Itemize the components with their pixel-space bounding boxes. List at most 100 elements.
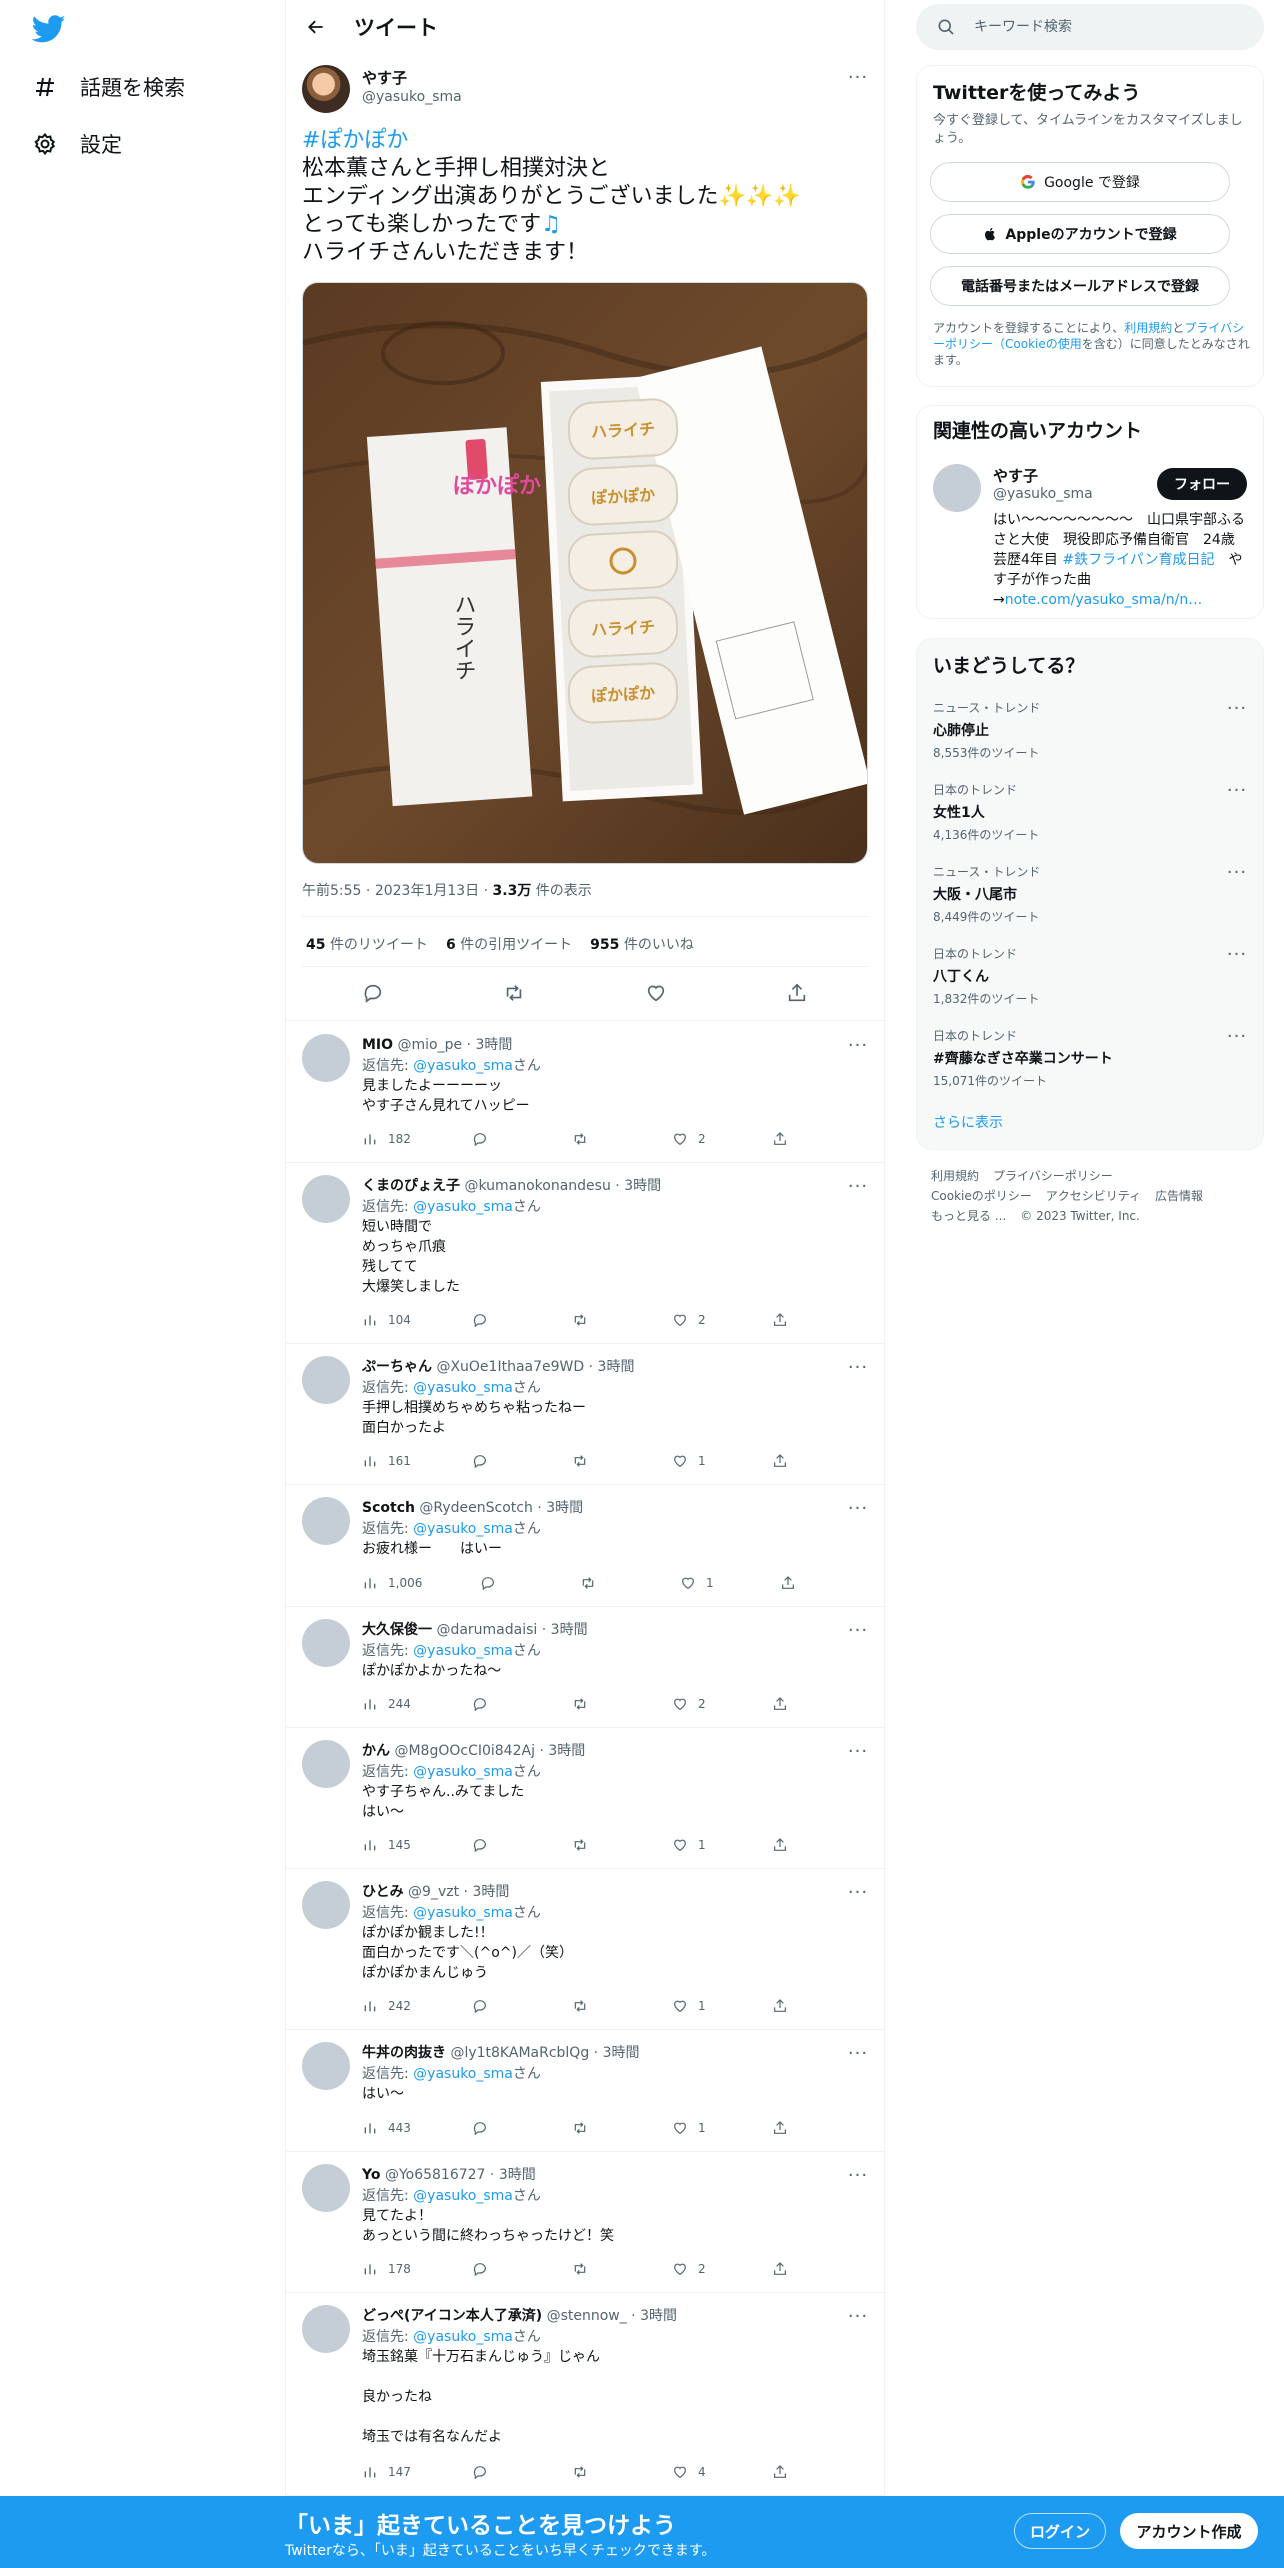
reply-icon[interactable] [472,1996,488,2016]
like-stat[interactable]: 2 [672,2259,706,2279]
reply-to-mention[interactable]: @yasuko_sma [413,1380,513,1396]
follow-button[interactable]: フォロー [1157,468,1247,500]
retweet-icon[interactable] [499,978,529,1008]
apple-signup-button[interactable]: Appleのアカウントで登録 [930,214,1230,254]
related-handle[interactable]: @yasuko_sma [993,486,1093,502]
reply-to-mention[interactable]: @yasuko_sma [413,1521,513,1537]
more-options-icon[interactable]: ··· [846,2044,870,2064]
avatar[interactable] [302,2305,350,2353]
reply-author-handle[interactable]: @ly1t8KAMaRcblQg [450,2045,589,2061]
reply-author-name[interactable]: MIO [362,1037,393,1053]
reply-to-mention[interactable]: @yasuko_sma [413,2188,513,2204]
reply-author-handle[interactable]: @kumanokonandesu [464,1178,610,1194]
tweet-date[interactable]: 2023年1月13日 [375,883,479,899]
like-stat[interactable]: 1 [672,1451,706,1471]
retweet-icon[interactable] [572,1835,588,1855]
reply-time[interactable]: 3時間 [546,1500,583,1516]
reply-author-handle[interactable]: @XuOe1Ithaa7e9WD [436,1359,584,1375]
views-stat[interactable]: 182 [362,1129,411,1149]
more-options-icon[interactable]: ··· [846,2307,870,2327]
reply-author-name[interactable]: くまのぴょえ子 [362,1178,460,1194]
reply-author-name[interactable]: どっぺ(アイコン本人了承済) [362,2308,542,2324]
reply-author-handle[interactable]: @Yo65816727 [385,2167,486,2183]
nav-settings[interactable]: 設定 [32,124,122,164]
reply-icon[interactable] [472,2118,488,2138]
more-options-icon[interactable]: ··· [846,1177,870,1197]
reply-item[interactable]: ··· MIO @mio_pe · 3時間 返信先: @yasuko_smaさん 見ま… [286,1022,886,1163]
avatar[interactable] [302,1034,350,1082]
footer-cookie[interactable]: Cookieのポリシー [931,1189,1032,1203]
like-stat[interactable]: 2 [672,1310,706,1330]
retweet-icon[interactable] [580,1573,596,1593]
reply-author-handle[interactable]: @M8gOOcCI0i842Aj [394,1743,535,1759]
retweet-icon[interactable] [572,2118,588,2138]
views-stat[interactable]: 443 [362,2118,411,2138]
reply-author-name[interactable]: Yo [362,2167,380,2183]
reply-to-mention[interactable]: @yasuko_sma [413,2066,513,2082]
views-stat[interactable]: 145 [362,1835,411,1855]
trend-item[interactable]: 日本のトレンド #齊藤なぎさ卒業コンサート 15,071件のツイート ··· [933,1027,1249,1089]
views-stat[interactable]: 178 [362,2259,411,2279]
reply-author-handle[interactable]: @mio_pe [398,1037,463,1053]
trend-item[interactable]: ニュース・トレンド 心肺停止 8,553件のツイート ··· [933,699,1249,761]
bio-hashtag-link[interactable]: #鉄フライパン育成日記 [1062,552,1214,568]
reply-item[interactable]: ··· Yo @Yo65816727 · 3時間 返信先: @yasuko_smaさ… [286,2152,886,2293]
reply-author-name[interactable]: かん [362,1743,390,1759]
retweets-stat[interactable]: 45 件のリツイート [306,934,428,954]
avatar[interactable] [302,2164,350,2212]
likes-stat[interactable]: 955 件のいいね [590,934,694,954]
reply-author-name[interactable]: 大久保俊一 [362,1622,432,1638]
reply-item[interactable]: ··· Scotch @RydeenScotch · 3時間 返信先: @yasuk… [286,1485,886,1607]
reply-item[interactable]: ··· 牛丼の肉抜き @ly1t8KAMaRcblQg · 3時間 返信先: @ya… [286,2030,886,2152]
reply-icon[interactable] [472,2462,488,2482]
reply-author-handle[interactable]: @stennow_ [547,2308,627,2324]
reply-author-name[interactable]: ぷーちゃん [362,1359,432,1375]
reply-author-name[interactable]: ひとみ [362,1884,404,1900]
share-icon[interactable] [772,2462,788,2482]
back-arrow-icon[interactable] [298,9,334,45]
avatar[interactable] [302,1356,350,1404]
avatar[interactable] [302,1619,350,1667]
reply-item[interactable]: ··· ひとみ @9_vzt · 3時間 返信先: @yasuko_smaさん ぽかぽ… [286,1869,886,2030]
more-options-icon[interactable]: ··· [1225,699,1249,719]
signup-button[interactable]: アカウント作成 [1120,2513,1258,2549]
share-icon[interactable] [772,2259,788,2279]
share-icon[interactable] [772,1996,788,2016]
views-stat[interactable]: 147 [362,2462,411,2482]
reply-icon[interactable] [472,1835,488,1855]
footer-terms[interactable]: 利用規約 [931,1169,979,1183]
more-options-icon[interactable]: ··· [846,1499,870,1519]
reply-to-mention[interactable]: @yasuko_sma [413,1905,513,1921]
tweet-hashtag-link[interactable]: #ぽかぽか [302,127,872,155]
share-icon[interactable] [772,1694,788,1714]
footer-accessibility[interactable]: アクセシビリティ [1046,1189,1141,1203]
cookie-link[interactable]: Cookieの使用 [1005,337,1082,351]
share-icon[interactable] [772,1835,788,1855]
reply-time[interactable]: 3時間 [499,2167,536,2183]
reply-icon[interactable] [472,2259,488,2279]
tweet-photo[interactable]: ぽかぽか ハライチ ハライチ ぽかぽか ハライチ ぽかぽか [302,282,868,864]
reply-author-handle[interactable]: @RydeenScotch [419,1500,532,1516]
retweet-icon[interactable] [572,2462,588,2482]
reply-icon[interactable] [480,1573,496,1593]
reply-icon[interactable] [472,1694,488,1714]
reply-icon[interactable] [472,1129,488,1149]
reply-time[interactable]: 3時間 [472,1884,509,1900]
share-icon[interactable] [772,1310,788,1330]
twitter-logo-icon[interactable] [31,12,66,46]
footer-more[interactable]: もっと見る ... [931,1209,1006,1223]
avatar[interactable] [933,464,981,512]
like-stat[interactable]: 2 [672,1694,706,1714]
reply-icon[interactable] [358,978,388,1008]
login-button[interactable]: ログイン [1014,2513,1106,2549]
reply-icon[interactable] [472,1310,488,1330]
reply-time[interactable]: 3時間 [603,2045,640,2061]
more-options-icon[interactable]: ··· [846,2166,870,2186]
reply-item[interactable]: ··· 大久保俊一 @darumadaisi · 3時間 返信先: @yasuko_… [286,1607,886,1728]
share-icon[interactable] [772,2118,788,2138]
reply-to-mention[interactable]: @yasuko_sma [413,1643,513,1659]
author-name[interactable]: やす子 [362,67,407,88]
show-more-link[interactable]: さらに表示 [933,1112,1003,1132]
like-icon[interactable] [641,978,671,1008]
phone-email-signup-button[interactable]: 電話番号またはメールアドレスで登録 [930,266,1230,306]
